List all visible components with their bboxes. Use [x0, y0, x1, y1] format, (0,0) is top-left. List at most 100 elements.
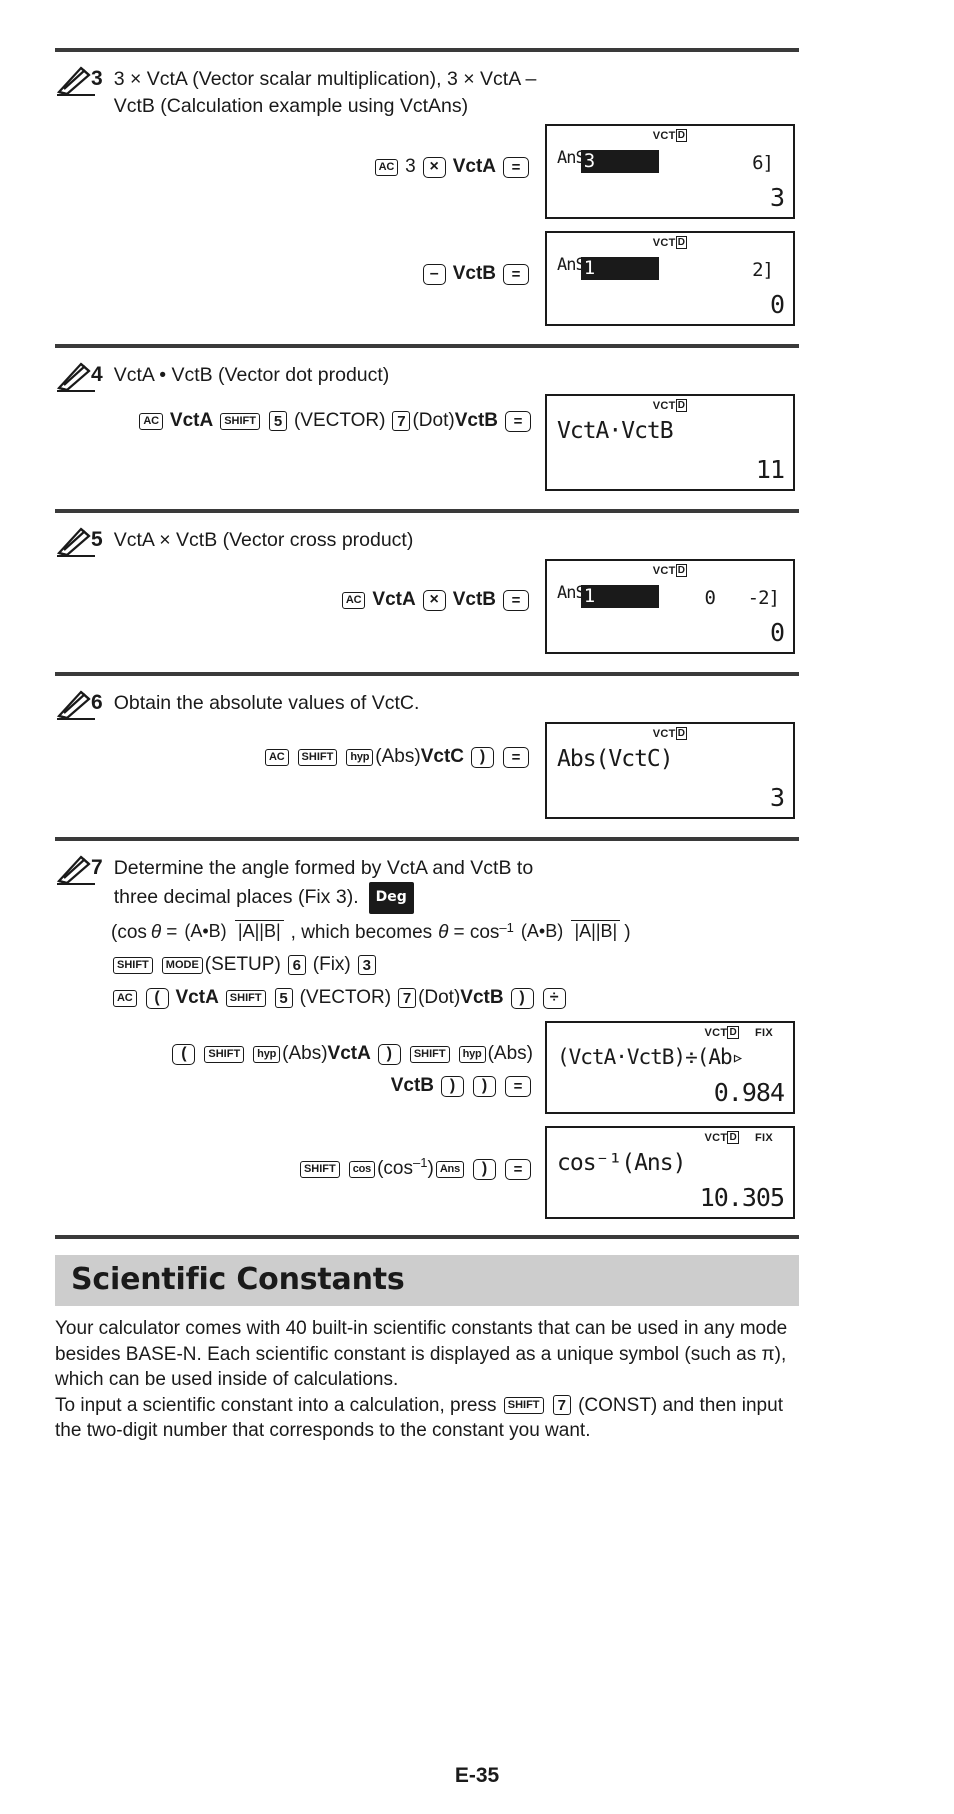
display-result: 3	[769, 183, 785, 212]
key-shift[interactable]: SHIFT	[297, 748, 338, 766]
label-abs: (Abs)	[282, 1043, 328, 1064]
key-divide[interactable]: ÷	[542, 987, 566, 1009]
manual-page: 3 3 × VctA (Vector scalar multiplication…	[0, 48, 954, 1814]
key-sequence: AC VctA SHIFT 5 (VECTOR) 7 (Dot) VctB =	[55, 406, 545, 436]
paragraph-2-pre: To input a scientific constant into a ca…	[55, 1394, 497, 1416]
key-equals[interactable]: =	[503, 156, 529, 178]
display-indicator: VCT D	[547, 129, 793, 142]
lcd-display: VCT D AnS1 2] 0	[545, 231, 795, 326]
key-ac[interactable]: AC	[139, 412, 163, 430]
display-ans-row: AnS1	[557, 253, 659, 280]
key-paren-close[interactable]: )	[473, 1158, 496, 1180]
key-multiply[interactable]: ×	[422, 156, 446, 178]
key-equals[interactable]: =	[503, 746, 529, 768]
key-paren-open[interactable]: (	[145, 987, 169, 1009]
key-cos[interactable]: cos	[348, 1160, 376, 1178]
indicator-box-d: D	[727, 1026, 739, 1039]
key-equals[interactable]: =	[505, 1075, 531, 1097]
key-hyp[interactable]: hyp	[346, 748, 374, 766]
key-minus[interactable]: –	[422, 263, 446, 285]
section-title: Scientific Constants	[71, 1262, 405, 1297]
display-result: 10.305	[699, 1183, 785, 1212]
key-shift[interactable]: SHIFT	[299, 1160, 340, 1178]
formula-equals: =	[166, 922, 178, 943]
page-footer: E-35	[454, 1764, 500, 1787]
key-7[interactable]: 7	[398, 988, 417, 1008]
key-shift[interactable]: SHIFT	[204, 1045, 245, 1063]
display-result: 0.984	[713, 1078, 785, 1107]
key-5[interactable]: 5	[268, 411, 287, 431]
key-sequence: – VctB =	[55, 259, 545, 289]
display-expression: Abs(VctC)	[557, 746, 674, 772]
formula-prefix: (cos	[111, 922, 147, 943]
pencil-icon	[55, 66, 99, 96]
example-description: Obtain the absolute values of VctC.	[113, 692, 420, 714]
paragraph-2-mid: (CONST) and	[578, 1394, 695, 1416]
example-description: Determine the angle formed by VctA and V…	[114, 855, 564, 914]
key-paren-close[interactable]: )	[441, 1075, 464, 1097]
key-shift[interactable]: SHIFT	[220, 412, 260, 430]
display-indicator: VCT D FIX	[547, 1026, 793, 1039]
label-vctb: VctB	[390, 1075, 434, 1096]
key-shift[interactable]: SHIFT	[225, 989, 266, 1007]
formula-theta-2: θ	[438, 922, 449, 943]
key-equals[interactable]: =	[505, 1158, 531, 1180]
key-sequence: AC VctA × VctB =	[55, 585, 545, 615]
display-right-cell: 6]	[752, 152, 774, 174]
formula-equals-2: = cos	[453, 922, 500, 943]
key-hyp[interactable]: hyp	[253, 1045, 281, 1063]
label-vctb: VctB	[452, 263, 496, 284]
label-vcta: VctA	[452, 156, 496, 177]
indicator-box-d: D	[675, 236, 688, 249]
key-paren-close[interactable]: )	[471, 746, 494, 768]
key-ac[interactable]: AC	[113, 989, 137, 1007]
indicator-box-d: D	[727, 1131, 739, 1144]
indicator-vct: VCT	[652, 237, 676, 249]
paragraph-2: To input a scientific constant into a ca…	[55, 1393, 799, 1444]
key-hyp[interactable]: hyp	[458, 1045, 486, 1063]
display-expression: (VctA·VctB)÷(Ab▹	[557, 1045, 744, 1069]
key-equals[interactable]: =	[505, 410, 531, 432]
key-shift[interactable]: SHIFT	[503, 1396, 544, 1414]
display-result: 11	[755, 455, 785, 484]
indicator-box-d: D	[675, 727, 688, 740]
key-shift[interactable]: SHIFT	[113, 956, 153, 974]
key-6[interactable]: 6	[287, 955, 306, 975]
key-sequence-abs: ( SHIFT hyp (Abs) VctA ) SHIFT hyp (Abs)	[55, 1039, 545, 1069]
key-5[interactable]: 5	[274, 988, 293, 1008]
lcd-display: VCT D FIX cos⁻¹(Ans) 10.305	[545, 1126, 795, 1219]
key-3[interactable]: 3	[357, 955, 376, 975]
key-mode[interactable]: MODE	[161, 956, 203, 974]
inverted-cell: 1	[580, 257, 659, 280]
key-ac[interactable]: AC	[341, 591, 366, 609]
example-description: VctA × VctB (Vector cross product)	[113, 529, 414, 551]
fraction-2-denominator: |A||B|	[571, 920, 621, 941]
display-mid-cell: 0	[704, 587, 716, 609]
section-banner: Scientific Constants	[55, 1255, 799, 1306]
label-vctb: VctB	[460, 987, 504, 1008]
fraction-1-denominator: |A||B|	[234, 920, 284, 941]
key-equals[interactable]: =	[503, 263, 529, 285]
formula-line: (cos θ = (A•B) |A||B| , which becomes θ …	[111, 920, 799, 944]
display-indicator: VCT D FIX	[547, 1131, 793, 1144]
key-paren-close[interactable]: )	[473, 1075, 496, 1097]
key-multiply[interactable]: ×	[422, 589, 446, 611]
key-ans[interactable]: Ans	[435, 1160, 464, 1178]
key-shift[interactable]: SHIFT	[409, 1045, 450, 1063]
key-ac[interactable]: AC	[374, 158, 399, 176]
key-7[interactable]: 7	[392, 411, 411, 431]
formula-mid: , which becomes	[290, 922, 433, 943]
key-7[interactable]: 7	[552, 1395, 571, 1416]
key-ac[interactable]: AC	[265, 748, 289, 766]
display-indicator: VCT D	[547, 727, 793, 740]
example-3: 3 3 × VctA (Vector scalar multiplication…	[55, 52, 799, 326]
key-paren-close[interactable]: )	[377, 1043, 401, 1065]
label-cos-inv-close: )	[427, 1158, 434, 1179]
key-paren-close[interactable]: )	[510, 987, 534, 1009]
label-dot: (Dot)	[412, 410, 455, 431]
indicator-box-d: D	[675, 564, 688, 577]
fraction-1: (A•B) |A||B|	[181, 920, 284, 943]
formula-suffix: )	[624, 922, 631, 943]
key-equals[interactable]: =	[503, 589, 529, 611]
key-paren-open[interactable]: (	[172, 1043, 196, 1065]
